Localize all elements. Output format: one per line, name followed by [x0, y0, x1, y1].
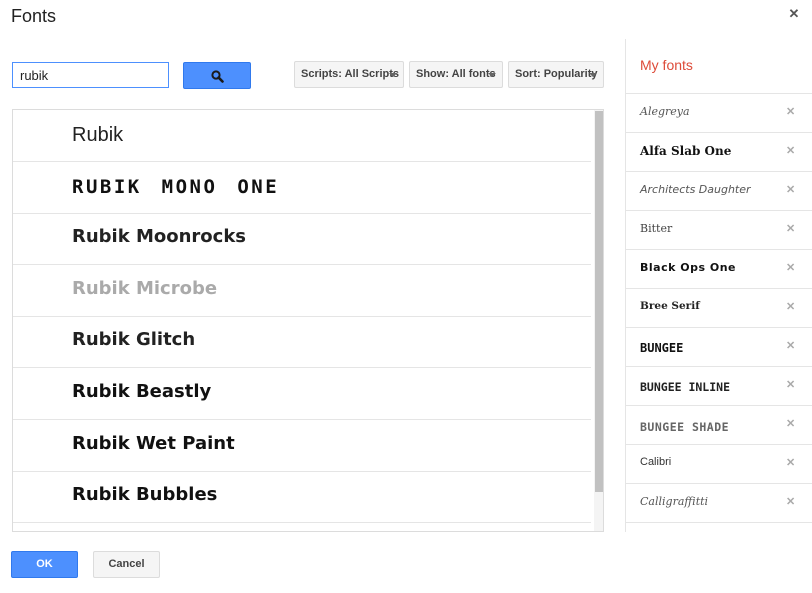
ok-button[interactable]: OK: [11, 551, 78, 578]
show-filter-label: Show: All fonts: [416, 68, 496, 80]
cancel-button[interactable]: Cancel: [93, 551, 160, 578]
my-font-label: Alegreya: [640, 105, 690, 118]
font-result-label: Rubik Beastly: [72, 381, 212, 402]
font-result-item[interactable]: RUBIK MONO ONE: [13, 162, 591, 214]
my-font-label: Alfa Slab One: [640, 144, 732, 158]
font-result-label: Rubik Moonrocks: [72, 226, 247, 247]
font-result-label: Rubik: [72, 124, 124, 146]
my-font-item[interactable]: BUNGEE ✕: [626, 328, 812, 367]
search-input[interactable]: [12, 62, 169, 88]
close-icon[interactable]: ✕: [786, 456, 795, 469]
close-icon[interactable]: ✕: [786, 495, 795, 508]
close-icon[interactable]: ✕: [786, 378, 795, 391]
my-font-item[interactable]: Black Ops One ✕: [626, 250, 812, 289]
my-font-item[interactable]: Bree Serif ✕: [626, 289, 812, 328]
scripts-filter-dropdown[interactable]: Scripts: All Scripts: [294, 61, 404, 88]
close-icon[interactable]: ✕: [786, 339, 795, 352]
my-font-item[interactable]: Calibri ✕: [626, 445, 812, 484]
font-result-label: Rubik Glitch: [72, 329, 196, 350]
close-icon[interactable]: ✕: [786, 183, 795, 196]
my-font-item[interactable]: Architects Daughter ✕: [626, 172, 812, 211]
font-result-label: Rubik Microbe: [72, 278, 218, 299]
search-button[interactable]: [183, 62, 251, 89]
chevron-down-icon: [488, 73, 496, 77]
font-result-item[interactable]: Rubik Bubbles: [13, 471, 591, 523]
font-result-label: RUBIK MONO ONE: [72, 176, 280, 198]
close-icon[interactable]: ✕: [786, 300, 795, 313]
my-font-label: BUNGEE INLINE: [640, 380, 731, 394]
my-font-label: Calligraffitti: [640, 495, 709, 508]
my-font-item[interactable]: Alegreya ✕: [626, 94, 812, 133]
close-icon[interactable]: ✕: [786, 105, 795, 118]
my-font-item[interactable]: Calligraffitti ✕: [626, 484, 812, 523]
my-font-label: Calibri: [640, 456, 672, 468]
font-result-item[interactable]: Rubik Wet Paint: [13, 420, 591, 472]
close-icon[interactable]: ✕: [786, 144, 795, 157]
search-icon: [211, 70, 224, 83]
scripts-filter-label: Scripts: All Scripts: [301, 68, 400, 80]
font-result-item[interactable]: Rubik Moonrocks: [13, 213, 591, 265]
close-icon[interactable]: ✕: [786, 417, 795, 430]
my-font-label: Architects Daughter: [640, 183, 751, 196]
chevron-down-icon: [589, 73, 597, 77]
font-result-item[interactable]: Rubik Microbe: [13, 265, 591, 317]
my-font-item[interactable]: BUNGEE SHADE ✕: [626, 406, 812, 445]
my-font-label: Bitter: [640, 222, 673, 235]
font-result-label: Rubik Bubbles: [72, 484, 218, 505]
my-font-label: Black Ops One: [640, 261, 736, 274]
my-font-label: BUNGEE SHADE: [640, 420, 730, 434]
font-result-item[interactable]: Rubik: [13, 110, 591, 162]
font-result-label: Rubik Wet Paint: [72, 433, 235, 454]
font-result-item[interactable]: Rubik Beastly: [13, 368, 591, 420]
chevron-down-icon: [389, 73, 397, 77]
font-result-item[interactable]: Rubik Glitch: [13, 316, 591, 368]
sort-dropdown[interactable]: Sort: Popularity: [508, 61, 604, 88]
font-results-list: Rubik RUBIK MONO ONE Rubik Moonrocks Rub…: [12, 109, 604, 532]
my-font-item[interactable]: Alfa Slab One ✕: [626, 133, 812, 172]
scrollbar-thumb[interactable]: [595, 111, 603, 492]
my-fonts-panel: My fonts Alegreya ✕ Alfa Slab One ✕ Arch…: [625, 39, 812, 532]
my-font-label: Bree Serif: [640, 300, 700, 312]
dialog-title: Fonts: [11, 6, 57, 26]
show-filter-dropdown[interactable]: Show: All fonts: [409, 61, 503, 88]
my-font-item[interactable]: BUNGEE INLINE ✕: [626, 367, 812, 406]
close-icon[interactable]: ✕: [788, 7, 800, 21]
my-fonts-title: My fonts: [640, 57, 693, 73]
my-font-item[interactable]: Bitter ✕: [626, 211, 812, 250]
close-icon[interactable]: ✕: [786, 222, 795, 235]
my-font-label: BUNGEE: [640, 341, 684, 355]
close-icon[interactable]: ✕: [786, 261, 795, 274]
sort-label: Sort: Popularity: [515, 68, 598, 80]
